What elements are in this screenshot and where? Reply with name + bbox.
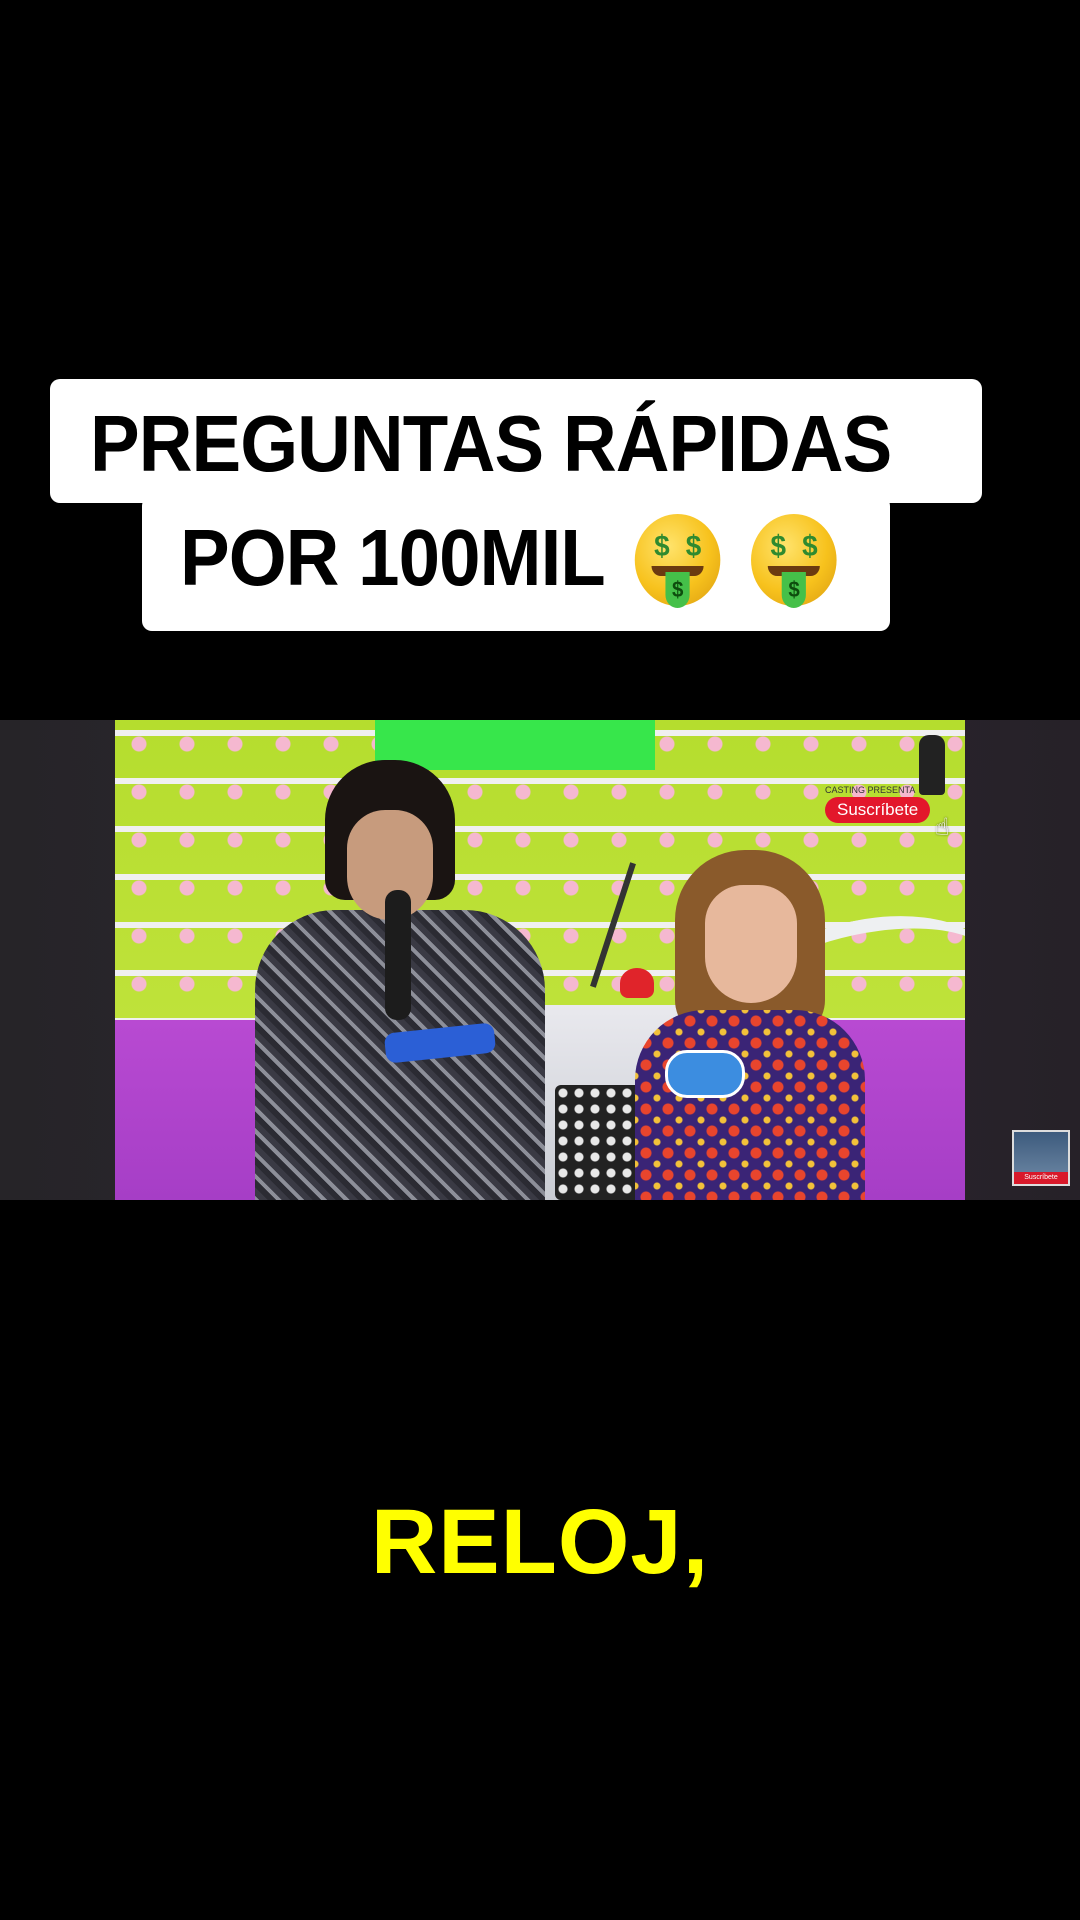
microphone-icon: [385, 890, 411, 1020]
caption-line-2-text: POR 100MIL: [180, 513, 604, 603]
caption-line-1: PREGUNTAS RÁPIDAS: [90, 399, 892, 488]
money-mouth-face-icon: $ $ $: [634, 514, 720, 608]
mascot-icon: [919, 735, 945, 795]
thumbnail-label: Suscríbete: [1014, 1172, 1068, 1184]
channel-thumbnail[interactable]: Suscríbete: [1012, 1130, 1070, 1186]
name-tag: [665, 1050, 745, 1098]
video-frame[interactable]: CASTING PRESENTA Suscríbete ☝: [115, 720, 965, 1200]
watermark-text: CASTING PRESENTA: [825, 785, 916, 795]
channel-watermark: CASTING PRESENTA Suscríbete ☝: [825, 735, 955, 845]
subscribe-button[interactable]: Suscríbete: [825, 797, 931, 823]
host-figure: [255, 760, 555, 1200]
pointer-hand-icon: ☝: [935, 814, 950, 841]
money-mouth-face-icon: $ $ $: [750, 514, 837, 608]
contestant-figure: [635, 850, 865, 1200]
caption-line-2: POR 100MIL $ $ $ $ $ $: [180, 514, 837, 610]
subtitle-text: RELOJ,: [370, 1491, 710, 1593]
